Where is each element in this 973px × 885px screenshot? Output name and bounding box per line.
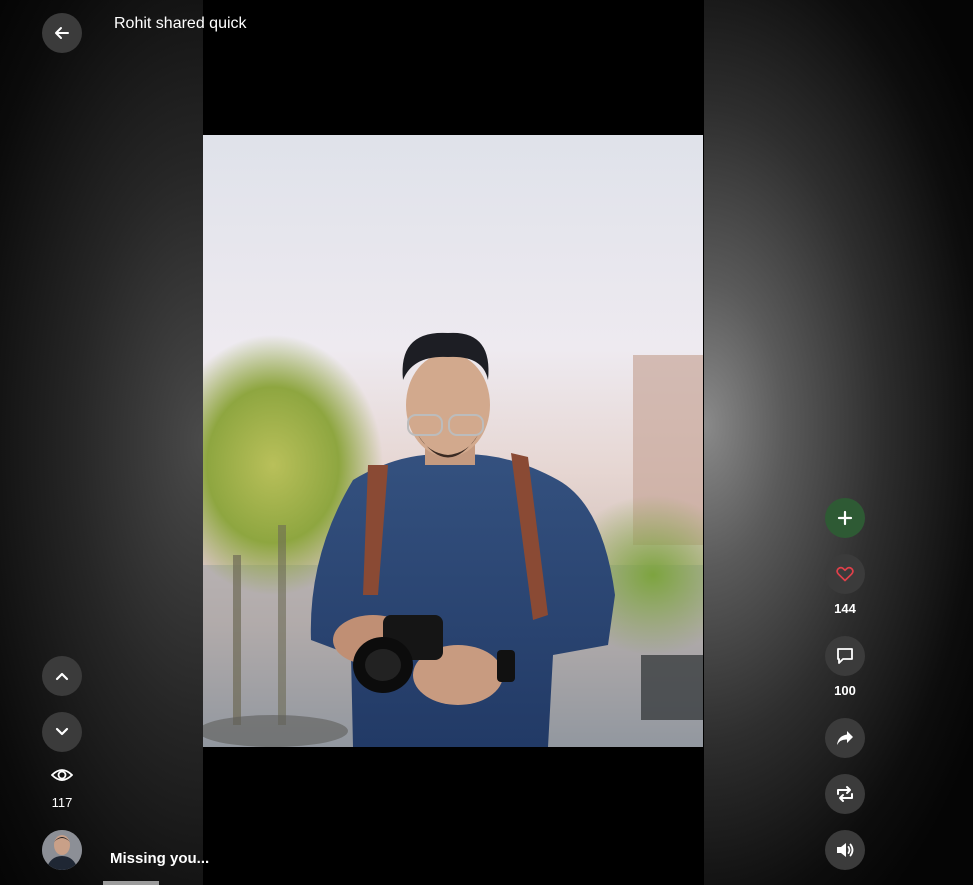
repost-icon [837, 786, 853, 802]
chevron-up-icon [55, 672, 69, 681]
like-button[interactable] [825, 554, 865, 594]
sound-button[interactable] [825, 830, 865, 870]
share-icon [837, 731, 853, 745]
avatar[interactable] [42, 830, 82, 870]
plus-icon [837, 510, 853, 526]
page-title: Rohit shared quick [114, 15, 247, 32]
video-thumbnail [203, 135, 703, 747]
chevron-down-icon [55, 727, 69, 736]
likes-count: 144 [834, 601, 856, 616]
volume-icon [837, 843, 854, 857]
avatar-image [42, 830, 82, 870]
comments-count: 100 [834, 683, 856, 698]
views-count: 117 [51, 795, 73, 810]
comment-button[interactable] [825, 636, 865, 676]
video-progress-bar[interactable] [103, 881, 159, 885]
video-player[interactable] [203, 135, 703, 747]
previous-video-button[interactable] [42, 656, 82, 696]
repost-button[interactable] [825, 774, 865, 814]
comment-icon [837, 648, 853, 664]
video-caption: Missing you... [110, 850, 210, 867]
eye-icon [51, 769, 73, 781]
background-left [0, 0, 203, 885]
follow-button[interactable] [825, 498, 865, 538]
heart-icon [836, 566, 854, 582]
arrow-left-icon [55, 27, 69, 39]
share-button[interactable] [825, 718, 865, 758]
next-video-button[interactable] [42, 712, 82, 752]
back-button[interactable] [42, 13, 82, 53]
